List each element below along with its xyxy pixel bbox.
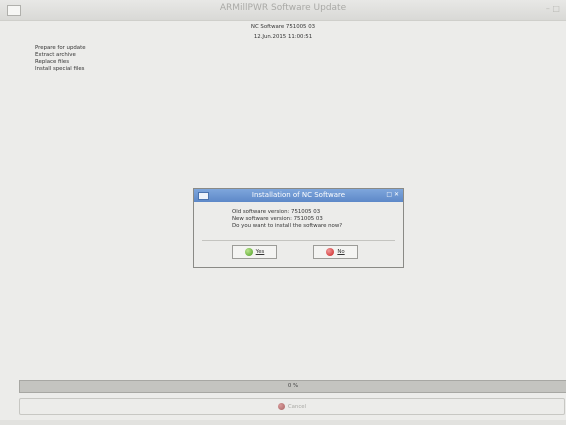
update-window: ARMillPWR Software Update – □ NC Softwar… (0, 0, 566, 425)
step-item: Extract archive (35, 52, 76, 58)
stop-icon (326, 248, 335, 256)
step-item: Prepare for update (35, 45, 86, 51)
window-bottom-edge (0, 420, 566, 425)
install-dialog: Installation of NC Software □ ✕ Old soft… (193, 188, 404, 268)
step-item: Install special files (35, 66, 85, 72)
new-version-text: New software version: 751005 03 (232, 216, 323, 222)
cancel-button[interactable]: Cancel (19, 398, 565, 415)
yes-button-label: Yes (255, 249, 265, 255)
install-question-text: Do you want to install the software now? (232, 223, 343, 229)
no-button-label: No (337, 249, 345, 255)
step-item: Replace files (35, 59, 70, 65)
timestamp-header: 12.Jun.2015 11:00:51 (253, 34, 313, 40)
progress-bar: 0 % (19, 380, 566, 393)
check-icon (244, 248, 253, 256)
no-button[interactable]: No (313, 245, 358, 259)
window-title: ARMillPWR Software Update (219, 3, 347, 13)
update-steps-list: Prepare for update Extract archive Repla… (35, 45, 86, 73)
cancel-button-label: Cancel (287, 403, 307, 410)
window-titlebar: ARMillPWR Software Update – □ (0, 0, 566, 21)
cancel-icon (277, 403, 285, 410)
window-controls[interactable]: – □ (546, 4, 560, 13)
dialog-titlebar: Installation of NC Software □ ✕ (194, 189, 403, 202)
old-version-text: Old software version: 751005 03 (232, 209, 321, 215)
dialog-title: Installation of NC Software (251, 190, 346, 199)
progress-label: 0 % (287, 383, 299, 389)
dialog-separator (202, 240, 395, 241)
dialog-controls[interactable]: □ ✕ (386, 191, 399, 198)
software-version-header: NC Software 751005 03 (250, 24, 316, 30)
dialog-message: Old software version: 751005 03 New soft… (232, 209, 342, 230)
yes-button[interactable]: Yes (232, 245, 277, 259)
